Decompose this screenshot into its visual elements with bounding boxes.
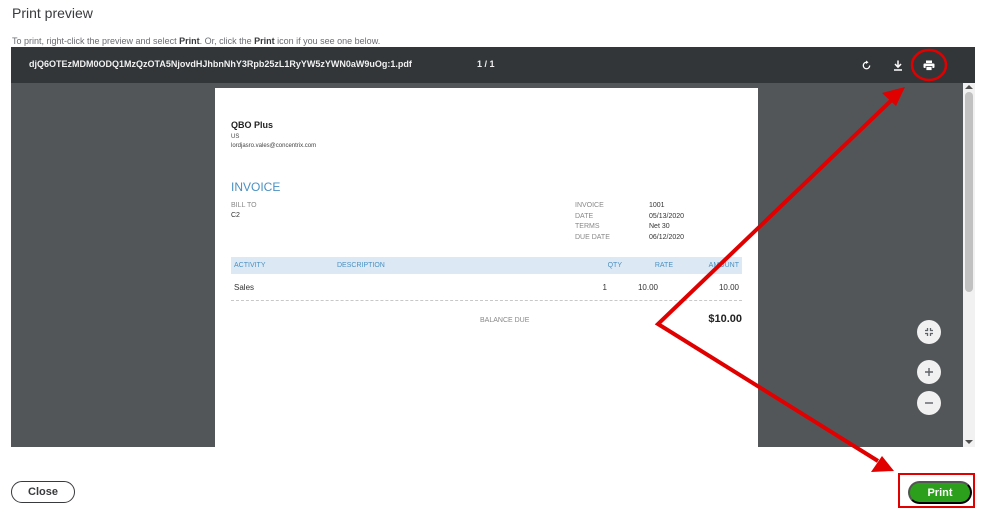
items-header: ACTIVITY DESCRIPTION QTY RATE AMOUNT <box>231 257 742 274</box>
download-icon[interactable] <box>890 57 906 73</box>
zoom-out-icon[interactable] <box>917 391 941 415</box>
pdf-viewer[interactable]: djQ6OTEzMDM0ODQ1MzQzOTA5NjovdHJhbnNhY3Rp… <box>11 47 975 447</box>
balance-due-value: $10.00 <box>708 313 742 325</box>
company-country: US <box>231 134 240 140</box>
column-activity: ACTIVITY <box>234 262 266 269</box>
invoice-due-date-value: 06/12/2020 <box>649 234 685 241</box>
row-amount: 10.00 <box>718 283 739 292</box>
row-divider <box>231 300 742 301</box>
zoom-in-icon[interactable] <box>917 360 941 384</box>
fit-page-icon[interactable] <box>917 320 941 344</box>
invoice-terms-label: TERMS <box>575 223 600 230</box>
invoice-number-value: 1001 <box>649 202 665 209</box>
column-amount: AMOUNT <box>708 262 739 269</box>
invoice-date-label: DATE <box>575 213 594 220</box>
column-description: DESCRIPTION <box>337 262 385 269</box>
company-email: lordjasro.vales@concentrix.com <box>231 143 317 149</box>
row-rate: 10.00 <box>637 283 658 292</box>
scroll-up-arrow-icon[interactable] <box>965 85 973 89</box>
invoice-page: QBO Plus US lordjasro.vales@concentrix.c… <box>215 88 758 447</box>
balance-due-label: BALANCE DUE <box>480 317 530 324</box>
row-activity: Sales <box>234 283 255 292</box>
dialog-title: Print preview <box>12 5 93 21</box>
print-instructions: To print, right-click the preview and se… <box>12 36 381 46</box>
invoice-number-label: INVOICE <box>575 202 604 209</box>
table-row: Sales 1 10.00 10.00 <box>231 274 742 300</box>
invoice-terms-value: Net 30 <box>649 223 670 230</box>
column-rate: RATE <box>654 262 673 269</box>
pdf-filename: djQ6OTEzMDM0ODQ1MzQzOTA5NjovdHJhbnNhY3Rp… <box>29 59 412 69</box>
print-icon[interactable] <box>921 57 937 73</box>
bill-to-value: C2 <box>231 212 240 219</box>
column-qty: QTY <box>607 262 622 269</box>
scroll-down-arrow-icon[interactable] <box>965 440 973 444</box>
close-button[interactable]: Close <box>11 481 75 503</box>
company-name: QBO Plus <box>231 120 274 130</box>
page-count: 1 / 1 <box>477 59 495 69</box>
row-qty: 1 <box>602 283 607 292</box>
arrow-head-down <box>871 456 894 472</box>
rotate-icon[interactable] <box>858 57 874 73</box>
invoice-date-value: 05/13/2020 <box>649 213 685 220</box>
invoice-due-date-label: DUE DATE <box>575 234 610 241</box>
bill-to-label: BILL TO <box>231 202 257 209</box>
pdf-toolbar: djQ6OTEzMDM0ODQ1MzQzOTA5NjovdHJhbnNhY3Rp… <box>11 47 975 83</box>
scroll-thumb[interactable] <box>965 92 973 292</box>
print-button-highlight <box>898 473 975 508</box>
invoice-heading: INVOICE <box>231 180 281 194</box>
viewer-scrollbar[interactable] <box>963 83 975 447</box>
